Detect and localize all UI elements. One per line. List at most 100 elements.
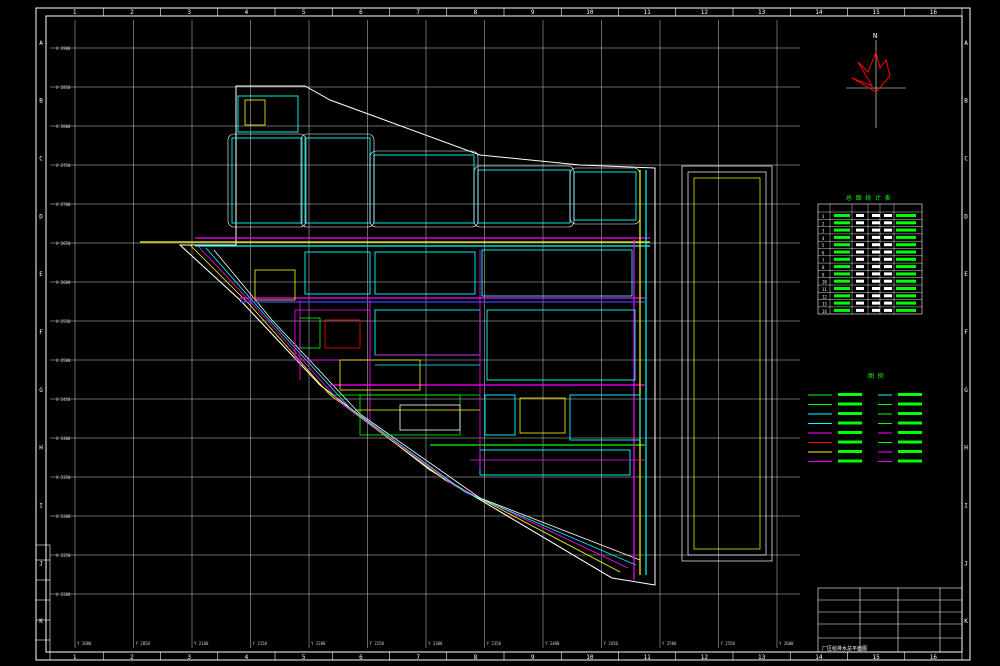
table-cell-mark bbox=[896, 308, 916, 312]
table-cell-mark bbox=[872, 214, 880, 217]
table-cell-mark bbox=[834, 257, 850, 261]
legend-text-mark bbox=[898, 459, 922, 463]
table-cell-mark bbox=[834, 250, 850, 254]
table-cell-mark bbox=[884, 235, 892, 239]
table-cell-mark bbox=[896, 272, 916, 276]
table-row-number: 13 bbox=[822, 302, 827, 307]
table-cell-mark bbox=[872, 250, 880, 254]
table-cell-mark bbox=[884, 287, 892, 290]
grid-y-label: X 2800 bbox=[56, 124, 71, 129]
grid-x-label: Y 2050 bbox=[136, 641, 151, 646]
ruler-letter: C bbox=[964, 156, 968, 163]
grid-x-label: Y 2350 bbox=[487, 641, 502, 646]
ruler-letter: H bbox=[39, 445, 43, 452]
table-cell-mark bbox=[872, 221, 880, 225]
ruler-number: 15 bbox=[873, 9, 881, 16]
grid-y-label: X 2750 bbox=[56, 163, 71, 168]
ruler-letter: J bbox=[39, 560, 43, 567]
ruler-number: 16 bbox=[930, 9, 938, 16]
ruler-letter: A bbox=[39, 40, 43, 47]
grid-x-label: Y 2200 bbox=[311, 641, 326, 646]
ruler-number: 8 bbox=[474, 9, 478, 16]
grid-x-label: Y 2550 bbox=[721, 641, 736, 646]
table-cell-mark bbox=[884, 265, 892, 269]
ruler-number: 13 bbox=[758, 9, 766, 16]
table-cell-mark bbox=[896, 214, 916, 217]
table-cell-mark bbox=[834, 287, 850, 290]
ruler-number: 3 bbox=[187, 9, 191, 16]
legend-text-mark bbox=[838, 431, 862, 434]
ruler-number: 7 bbox=[416, 9, 420, 16]
table-cell-mark bbox=[834, 265, 850, 269]
ruler-number: 11 bbox=[644, 9, 652, 16]
legend-text-mark bbox=[898, 412, 922, 415]
table-cell-mark bbox=[896, 279, 916, 283]
table-cell-mark bbox=[834, 235, 850, 239]
ruler-number: 16 bbox=[930, 654, 938, 661]
table-cell-mark bbox=[884, 243, 892, 247]
table-cell-mark bbox=[872, 287, 880, 290]
grid-x-label: Y 2150 bbox=[253, 641, 268, 646]
ruler-number: 10 bbox=[586, 9, 594, 16]
legend-text-mark bbox=[898, 431, 922, 434]
legend-text-mark bbox=[898, 393, 922, 396]
table-cell-mark bbox=[856, 257, 864, 261]
legend-text-mark bbox=[838, 402, 862, 406]
table-cell-mark bbox=[856, 301, 864, 305]
ruler-number: 9 bbox=[531, 9, 535, 16]
legend-text-mark bbox=[838, 412, 862, 415]
ruler-letter: F bbox=[964, 329, 968, 336]
ruler-letter: C bbox=[39, 156, 43, 163]
ruler-number: 3 bbox=[187, 654, 191, 661]
ruler-letter: K bbox=[39, 618, 43, 625]
grid-y-label: X 2550 bbox=[56, 319, 71, 324]
legend-text-mark bbox=[838, 421, 862, 425]
ruler-number: 13 bbox=[758, 654, 766, 661]
legend-text-mark bbox=[838, 450, 862, 453]
legend-text-mark bbox=[898, 440, 922, 444]
ruler-number: 14 bbox=[815, 654, 823, 661]
table-cell-mark bbox=[856, 221, 864, 225]
table-cell-mark bbox=[856, 279, 864, 283]
table-cell-mark bbox=[896, 294, 916, 298]
table-cell-mark bbox=[872, 235, 880, 239]
drawing-background bbox=[0, 0, 1000, 666]
table-cell-mark bbox=[884, 250, 892, 254]
legend-text-mark bbox=[838, 459, 862, 463]
ruler-number: 12 bbox=[701, 9, 709, 16]
ruler-number: 5 bbox=[302, 9, 306, 16]
table-cell-mark bbox=[884, 257, 892, 261]
ruler-letter: I bbox=[964, 502, 968, 509]
table-cell-mark bbox=[834, 272, 850, 276]
grid-x-label: Y 2000 bbox=[77, 641, 92, 646]
table-cell-mark bbox=[896, 228, 916, 232]
table-cell-mark bbox=[896, 250, 916, 254]
table-cell-mark bbox=[884, 221, 892, 225]
table-cell-mark bbox=[884, 228, 892, 232]
table-cell-mark bbox=[884, 301, 892, 305]
table-cell-mark bbox=[856, 265, 864, 269]
table-cell-mark bbox=[856, 294, 864, 298]
table-cell-mark bbox=[872, 308, 880, 312]
grid-y-label: X 2300 bbox=[56, 514, 71, 519]
table-cell-mark bbox=[896, 221, 916, 225]
ruler-number: 5 bbox=[302, 654, 306, 661]
grid-x-label: Y 2100 bbox=[194, 641, 209, 646]
grid-y-label: X 2450 bbox=[56, 397, 71, 402]
table-cell-mark bbox=[872, 265, 880, 269]
grid-x-label: Y 2500 bbox=[662, 641, 677, 646]
grid-x-label: Y 2250 bbox=[370, 641, 385, 646]
ruler-letter: E bbox=[964, 271, 968, 278]
grid-x-label: Y 2400 bbox=[545, 641, 560, 646]
table-cell-mark bbox=[856, 243, 864, 247]
table-cell-mark bbox=[834, 243, 850, 247]
legend-text-mark bbox=[898, 421, 922, 425]
ruler-number: 2 bbox=[130, 654, 134, 661]
legend-text-mark bbox=[838, 440, 862, 444]
ruler-number: 11 bbox=[644, 654, 652, 661]
table-row-number: 11 bbox=[822, 287, 827, 292]
table-cell-mark bbox=[872, 301, 880, 305]
ruler-letter: B bbox=[39, 98, 43, 105]
table-cell-mark bbox=[884, 214, 892, 217]
ruler-letter: D bbox=[964, 213, 968, 220]
